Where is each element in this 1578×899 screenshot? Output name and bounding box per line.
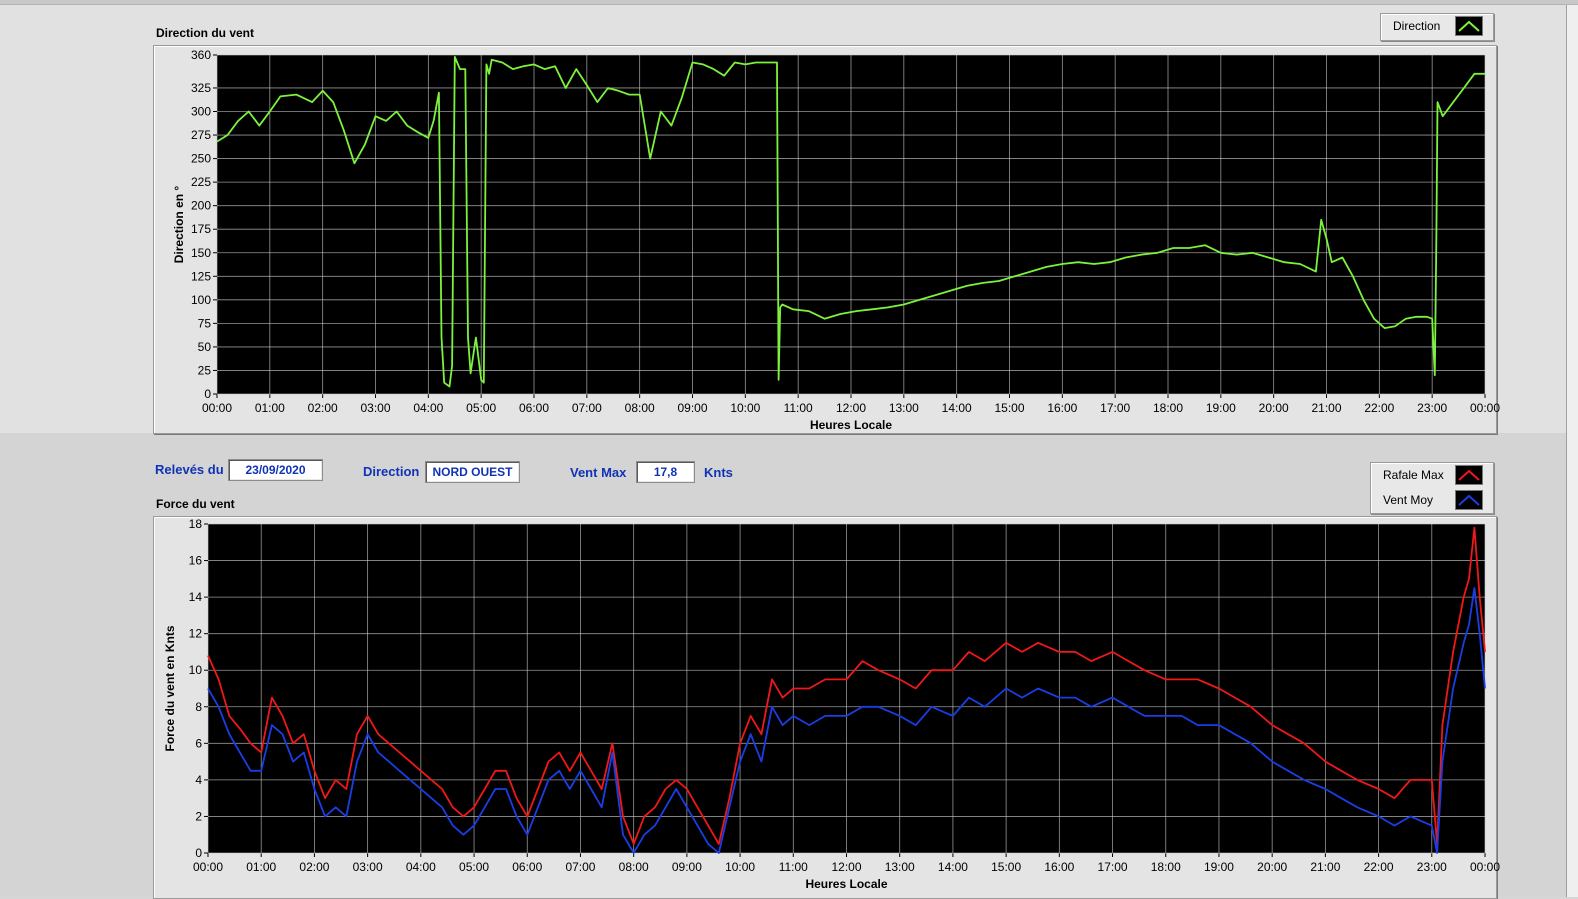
force-y-tick-label: 6 xyxy=(195,736,202,750)
force-x-tick-label: 10:00 xyxy=(725,860,755,874)
force-x-tick-label: 18:00 xyxy=(1151,860,1181,874)
force-y-tick-label: 18 xyxy=(189,517,203,531)
force-y-tick-label: 12 xyxy=(189,627,203,641)
force-x-tick-label: 12:00 xyxy=(831,860,861,874)
force-x-axis-title: Heures Locale xyxy=(805,877,887,891)
force-x-tick-label: 00:00 xyxy=(193,860,223,874)
force-x-tick-label: 11:00 xyxy=(779,860,808,874)
force-chart: 00:00 01:00 02:00 03:00 04:00 05:00 06:00 07:00… xyxy=(163,517,1500,891)
force-x-tick-label: 14:00 xyxy=(938,860,968,874)
force-x-tick-label: 19:00 xyxy=(1204,860,1234,874)
force-y-tick-label: 2 xyxy=(195,809,202,823)
force-x-tick-label: 03:00 xyxy=(353,860,383,874)
force-x-tick-label: 02:00 xyxy=(299,860,329,874)
force-x-tick-label: 15:00 xyxy=(991,860,1021,874)
force-x-tick-label: 13:00 xyxy=(885,860,915,874)
force-x-tick-label: 06:00 xyxy=(512,860,542,874)
force-x-tick-label: 01:00 xyxy=(246,860,276,874)
force-x-tick-label: 16:00 xyxy=(1044,860,1074,874)
force-y-tick-label: 14 xyxy=(189,590,203,604)
force-x-tick-label: 07:00 xyxy=(565,860,595,874)
force-x-tick-label: 08:00 xyxy=(619,860,649,874)
force-y-tick-label: 8 xyxy=(195,700,202,714)
force-y-tick-label: 10 xyxy=(189,663,203,677)
force-y-axis-title: Force du vent en Knts xyxy=(163,625,177,751)
force-y-tick-label: 16 xyxy=(189,554,203,568)
force-x-tick-label: 04:00 xyxy=(406,860,436,874)
force-x-tick-label: 05:00 xyxy=(459,860,489,874)
force-x-tick-label: 09:00 xyxy=(672,860,702,874)
force-y-tick-label: 4 xyxy=(195,773,202,787)
force-x-tick-label: 21:00 xyxy=(1310,860,1340,874)
force-x-tick-label: 22:00 xyxy=(1364,860,1394,874)
force-y-tick-label: 0 xyxy=(195,846,202,860)
force-x-tick-label: 23:00 xyxy=(1417,860,1447,874)
force-x-tick-label: 17:00 xyxy=(1098,860,1128,874)
force-x-tick-label: 00:00 xyxy=(1470,860,1500,874)
force-x-tick-label: 20:00 xyxy=(1257,860,1287,874)
